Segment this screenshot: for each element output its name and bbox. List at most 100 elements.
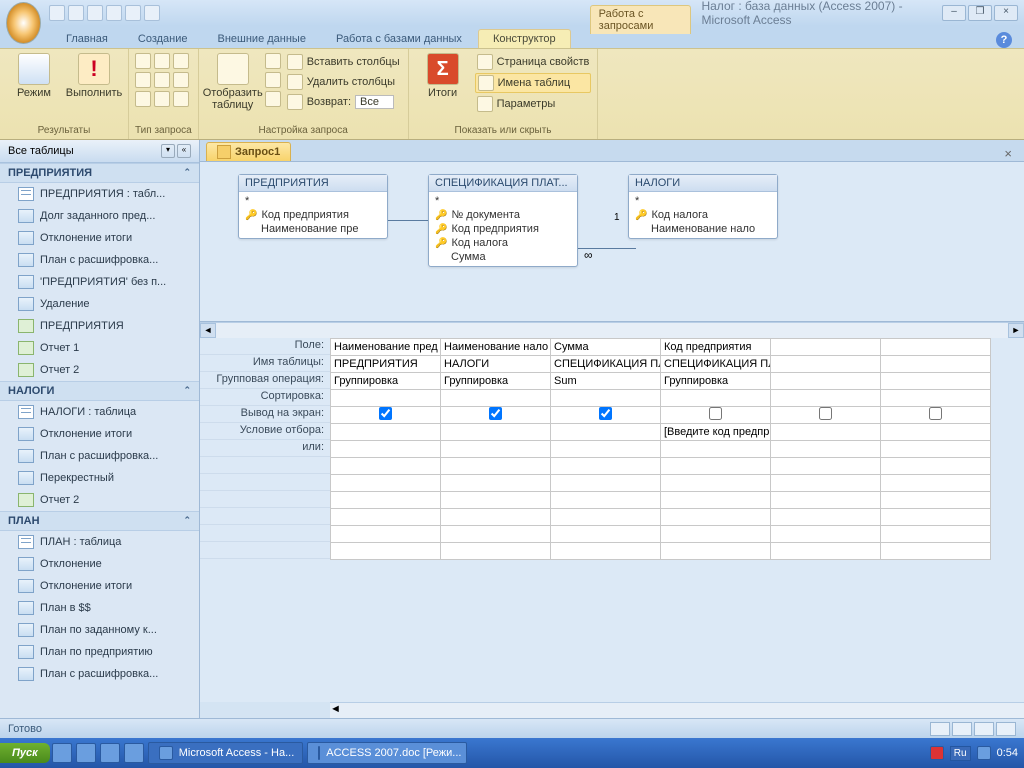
grid-cell[interactable] (661, 407, 771, 424)
grid-cell[interactable]: НАЛОГИ (441, 356, 551, 373)
grid-cell[interactable] (551, 390, 661, 407)
diagram-hscroll[interactable]: ◄► (200, 322, 1024, 338)
help-icon[interactable]: ? (996, 32, 1012, 48)
nav-group-header[interactable]: НАЛОГИ⌃ (0, 381, 199, 401)
property-sheet-button[interactable]: Страница свойств (475, 53, 592, 71)
nav-item[interactable]: Перекрестный (0, 467, 199, 489)
run-button[interactable]: !Выполнить (66, 51, 122, 101)
quicklaunch-icon[interactable] (76, 743, 96, 763)
grid-cell[interactable]: Группировка (661, 373, 771, 390)
grid-cell[interactable] (881, 356, 991, 373)
taskbar-task[interactable]: ACCESS 2007.doc [Режи... (307, 742, 467, 764)
nav-item[interactable]: ПЛАН : таблица (0, 531, 199, 553)
close-button[interactable]: × (994, 5, 1018, 21)
grid-cell[interactable] (441, 407, 551, 424)
grid-cell[interactable] (771, 356, 881, 373)
grid-cell[interactable] (771, 407, 881, 424)
pivot-view-icon[interactable] (952, 722, 972, 736)
grid-cell[interactable] (661, 441, 771, 458)
relationship-diagram[interactable]: 1 ∞ ПРЕДПРИЯТИЯ*🔑Код предприятияНаименов… (200, 162, 1024, 322)
grid-cell[interactable] (881, 339, 991, 356)
table-box[interactable]: СПЕЦИФИКАЦИЯ ПЛАТ...*🔑№ документа🔑Код пр… (428, 174, 578, 267)
update-query-icon[interactable] (154, 72, 170, 88)
grid-cell[interactable] (881, 373, 991, 390)
tray-icon[interactable] (930, 746, 944, 760)
tab-design[interactable]: Конструктор (478, 29, 571, 48)
taskbar-task[interactable]: Microsoft Access - На... (148, 742, 304, 764)
redo-icon[interactable] (87, 5, 103, 21)
table-box[interactable]: НАЛОГИ*🔑Код налогаНаименование нало (628, 174, 778, 239)
grid-cell[interactable] (551, 407, 661, 424)
nav-item[interactable]: План по заданному к... (0, 619, 199, 641)
grid-cell[interactable] (331, 390, 441, 407)
grid-cell[interactable]: Наименование нало (441, 339, 551, 356)
grid-cell[interactable] (771, 441, 881, 458)
nav-group-header[interactable]: ПЛАН⌃ (0, 511, 199, 531)
grid-cell[interactable] (331, 441, 441, 458)
nav-item[interactable]: План с расшифровка... (0, 249, 199, 271)
return-dropdown[interactable]: Возврат: Все (285, 93, 402, 111)
nav-item[interactable]: Удаление (0, 293, 199, 315)
undo-icon[interactable] (68, 5, 84, 21)
nav-item[interactable]: НАЛОГИ : таблица (0, 401, 199, 423)
datadef-icon[interactable] (173, 91, 189, 107)
nav-item[interactable]: ПРЕДПРИЯТИЯ (0, 315, 199, 337)
grid-cell[interactable] (441, 424, 551, 441)
open-icon[interactable] (106, 5, 122, 21)
nav-item[interactable]: 'ПРЕДПРИЯТИЯ' без п... (0, 271, 199, 293)
passthrough-icon[interactable] (154, 91, 170, 107)
nav-item[interactable]: План в $$ (0, 597, 199, 619)
nav-group-header[interactable]: ПРЕДПРИЯТИЯ⌃ (0, 163, 199, 183)
nav-item[interactable]: ПРЕДПРИЯТИЯ : табл... (0, 183, 199, 205)
builder-icon[interactable] (265, 91, 281, 107)
parameters-button[interactable]: Параметры (475, 95, 592, 113)
insert-columns-button[interactable]: Вставить столбцы (285, 53, 402, 71)
start-button[interactable]: Пуск (0, 743, 50, 763)
grid-cell[interactable]: Группировка (441, 373, 551, 390)
nav-item[interactable]: Отклонение (0, 553, 199, 575)
grid-cell[interactable]: Код предприятия (661, 339, 771, 356)
grid-cell[interactable]: Сумма (551, 339, 661, 356)
nav-item[interactable]: План с расшифровка... (0, 445, 199, 467)
make-table-icon[interactable] (173, 53, 189, 69)
select-query-icon[interactable] (135, 53, 151, 69)
table-names-button[interactable]: Имена таблиц (475, 73, 592, 93)
save-icon[interactable] (49, 5, 65, 21)
grid-cell[interactable] (881, 441, 991, 458)
nav-item[interactable]: План по предприятию (0, 641, 199, 663)
sql-view-icon[interactable] (974, 722, 994, 736)
nav-item[interactable]: Отклонение итоги (0, 227, 199, 249)
grid-cell[interactable]: Группировка (331, 373, 441, 390)
quicklaunch-icon[interactable] (124, 743, 144, 763)
nav-item[interactable]: Отчет 2 (0, 359, 199, 381)
minimize-button[interactable]: – (942, 5, 966, 21)
document-tab[interactable]: Запрос1 (206, 142, 291, 161)
delete-rows-icon[interactable] (265, 72, 281, 88)
grid-cell[interactable]: Наименование пред (331, 339, 441, 356)
nav-item[interactable]: Отчет 1 (0, 337, 199, 359)
union-query-icon[interactable] (135, 91, 151, 107)
nav-item[interactable]: Отклонение итоги (0, 423, 199, 445)
design-view-icon[interactable] (996, 722, 1016, 736)
grid-cell[interactable] (881, 390, 991, 407)
nav-item[interactable]: Отклонение итоги (0, 575, 199, 597)
nav-item[interactable]: Отчет 2 (0, 489, 199, 511)
grid-cell[interactable] (441, 390, 551, 407)
grid-cell[interactable] (331, 424, 441, 441)
datasheet-view-icon[interactable] (930, 722, 950, 736)
tab-home[interactable]: Главная (52, 30, 122, 48)
totals-button[interactable]: ΣИтоги (415, 51, 471, 101)
office-button[interactable] (6, 2, 41, 44)
restore-button[interactable]: ❐ (968, 5, 992, 21)
query-grid[interactable]: Наименование предНаименование налоСуммаК… (330, 338, 1024, 702)
show-table-button[interactable]: Отобразить таблицу (205, 51, 261, 113)
insert-rows-icon[interactable] (265, 53, 281, 69)
tray-icon[interactable] (977, 746, 991, 760)
view-button[interactable]: Режим (6, 51, 62, 101)
grid-cell[interactable] (551, 424, 661, 441)
delete-columns-button[interactable]: Удалить столбцы (285, 73, 402, 91)
grid-cell[interactable] (551, 441, 661, 458)
nav-item[interactable]: Долг заданного пред... (0, 205, 199, 227)
grid-cell[interactable] (771, 339, 881, 356)
crosstab-query-icon[interactable] (154, 53, 170, 69)
